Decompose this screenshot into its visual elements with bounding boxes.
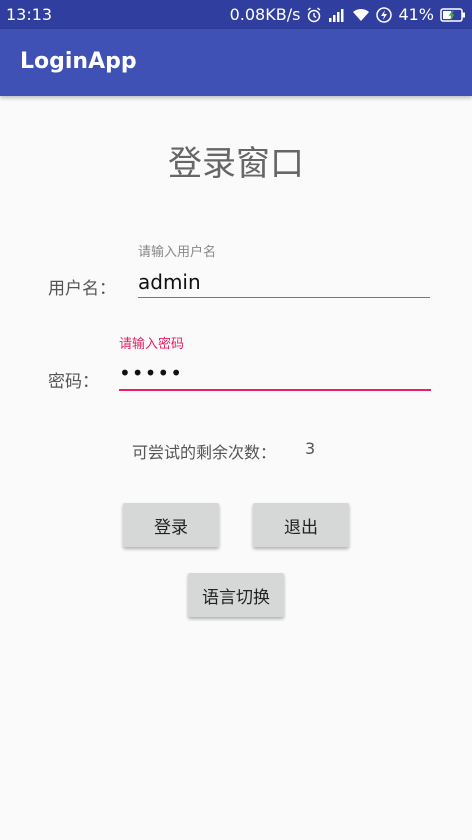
attempts-label: 可尝试的剩余次数： [132,443,277,462]
status-bar: 13:13 0.08KB/s 41% [0,0,472,29]
network-speed: 0.08KB/s [229,5,301,24]
wifi-icon [352,8,370,22]
exit-button-label: 退出 [284,517,318,538]
signal-icon [328,8,346,22]
login-button[interactable]: 登录 [123,503,219,547]
password-hint: 请输入密码 [119,337,185,352]
battery-percent: 41% [398,5,434,24]
app-bar: LoginApp [0,29,472,96]
password-underline [119,389,431,391]
alarm-icon [306,6,322,23]
status-time: 13:13 [6,5,53,24]
status-icons: 0.08KB/s 41% [230,5,466,24]
language-switch-button-label: 语言切换 [202,587,270,608]
password-label: 密码： [48,372,99,392]
battery-icon [440,7,466,22]
charging-icon [376,6,393,23]
language-switch-button[interactable]: 语言切换 [188,573,284,617]
username-underline [138,297,430,298]
username-input[interactable]: admin [138,270,201,294]
username-label: 用户名： [48,279,116,299]
username-hint: 请输入用户名 [138,245,217,260]
attempts-value: 3 [305,439,316,458]
exit-button[interactable]: 退出 [253,503,349,547]
password-input[interactable]: ••••• [119,361,183,385]
page-title: 登录窗口 [168,144,304,184]
app-title: LoginApp [20,49,137,74]
login-button-label: 登录 [154,517,188,538]
